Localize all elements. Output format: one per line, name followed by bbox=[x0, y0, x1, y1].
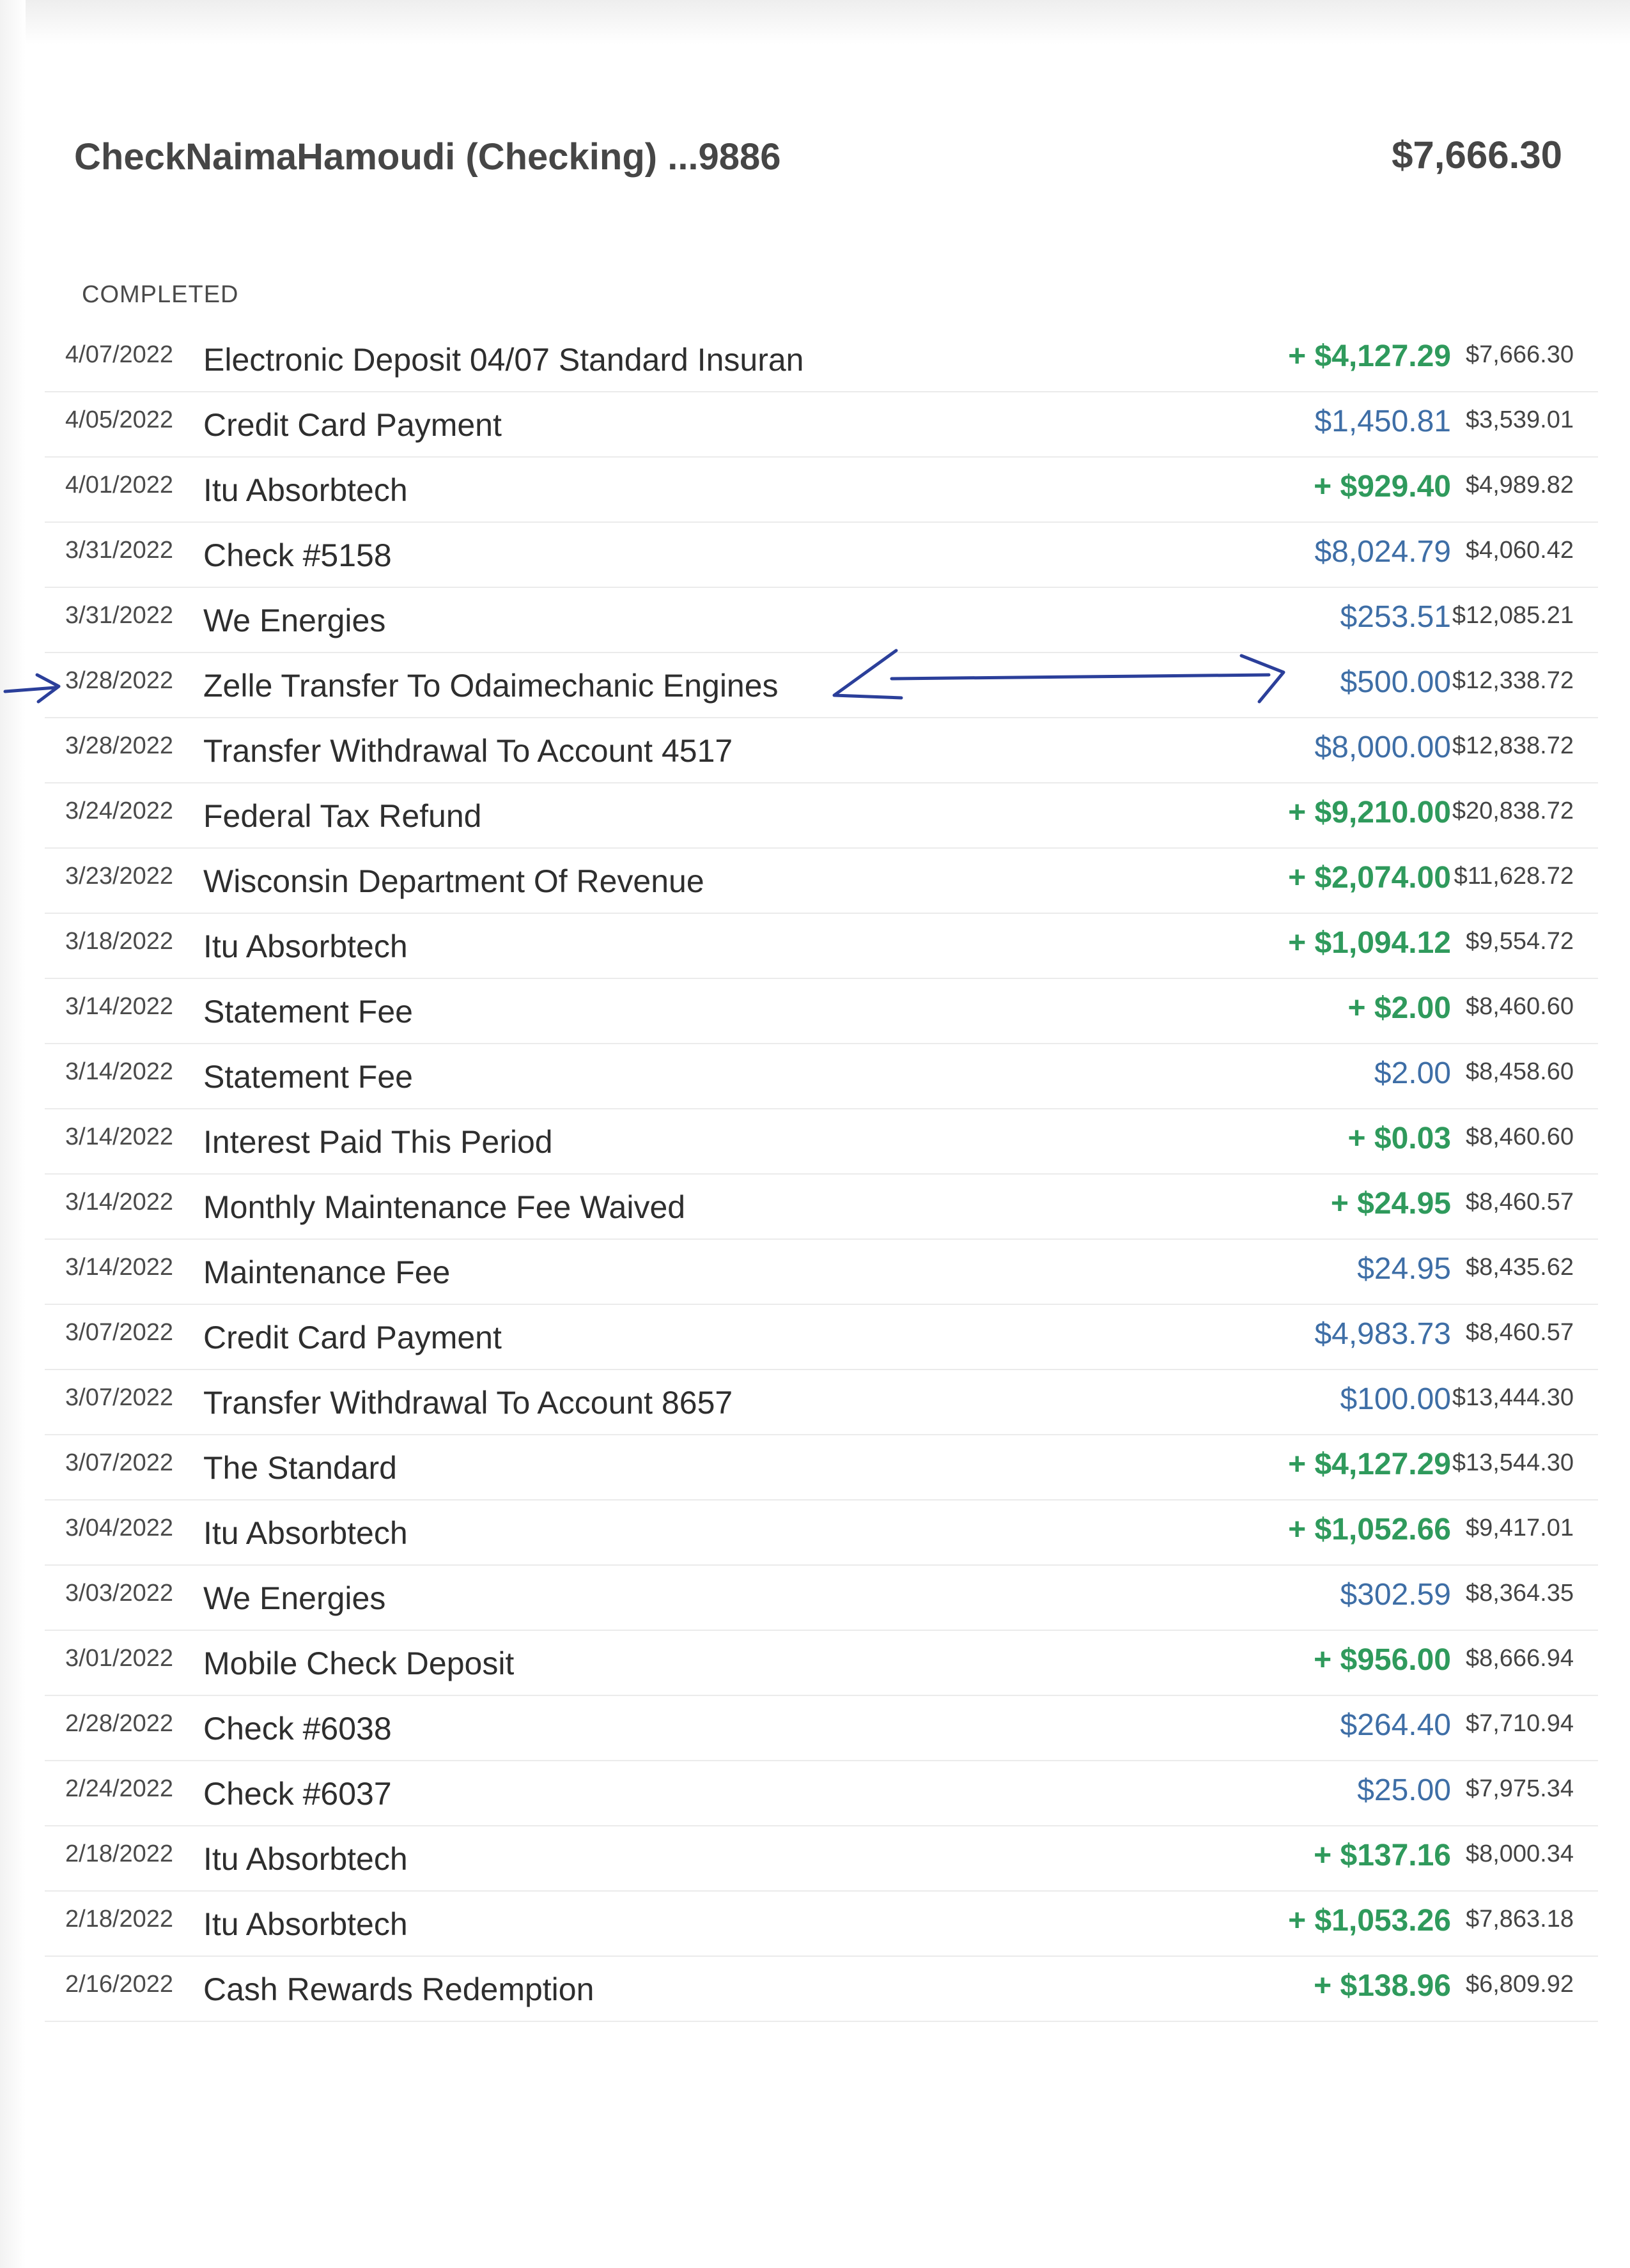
double-headed-arrow bbox=[832, 649, 1285, 704]
handwritten-annotation bbox=[3, 649, 1285, 704]
left-pointer-arrow bbox=[3, 673, 61, 704]
